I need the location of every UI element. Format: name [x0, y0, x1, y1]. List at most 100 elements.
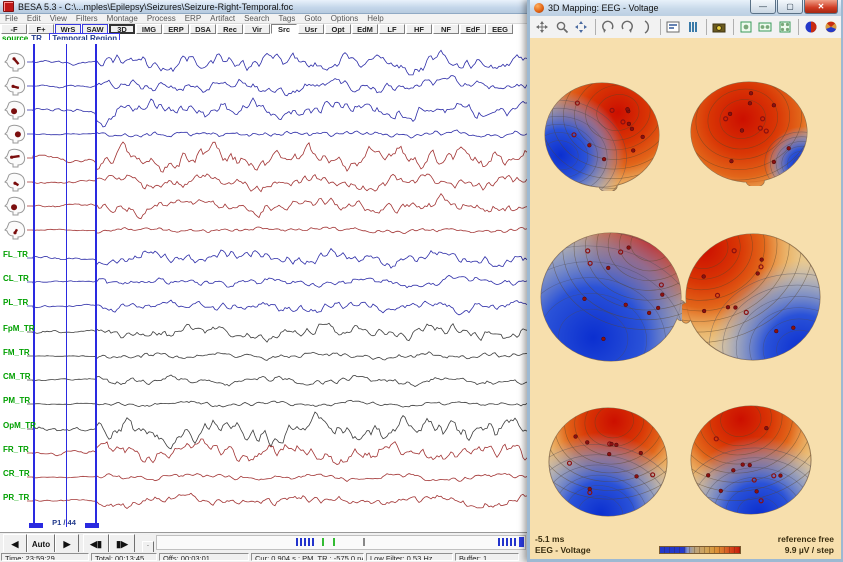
event-marker-blue	[514, 538, 516, 546]
scrollbar-thumb[interactable]	[519, 537, 524, 547]
menu-tags[interactable]: Tags	[278, 14, 295, 23]
sequence-icon[interactable]	[664, 18, 683, 37]
menu-process[interactable]: Process	[147, 14, 176, 23]
menu-bar: File Edit View Filters Montage Process ERP Arti…	[0, 14, 535, 24]
channel-label-PL_TR[interactable]: PL_TR	[3, 298, 28, 307]
event-marker-blue	[510, 538, 512, 546]
block-forward-button[interactable]: ▮▶	[109, 534, 135, 554]
channel-label-CL_TR[interactable]: CL_TR	[3, 274, 29, 283]
bars-icon[interactable]	[684, 18, 703, 37]
view-row-icon[interactable]	[756, 18, 775, 37]
channel-label-FpM_TR[interactable]: FpM_TR	[3, 324, 35, 333]
source-head-icon[interactable]	[3, 124, 27, 144]
source-head-icon[interactable]	[3, 76, 27, 96]
event-marker-blue	[300, 538, 302, 546]
rotate-ccw-icon[interactable]	[599, 18, 618, 37]
event-marker-blue	[308, 538, 310, 546]
voltage-head-top-front-right[interactable]	[687, 78, 811, 186]
time-cursor[interactable]	[66, 44, 67, 527]
voltage-head-top-front-left[interactable]	[541, 79, 663, 191]
toolbar-button-nf[interactable]: NF	[433, 24, 459, 34]
toolbar-button-eeg[interactable]: EEG	[487, 24, 513, 34]
source-head-icon[interactable]	[3, 52, 27, 72]
channel-label-FM_TR[interactable]: FM_TR	[3, 348, 30, 357]
toolbar-button-edm[interactable]: EdM	[352, 24, 378, 34]
page-back-button[interactable]: ◀	[3, 534, 27, 554]
channel-label-PM_TR[interactable]: PM_TR	[3, 396, 30, 405]
menu-filters[interactable]: Filters	[76, 14, 98, 23]
toolbar-button-lf[interactable]: LF	[379, 24, 405, 34]
rotate-cw-icon[interactable]	[618, 18, 637, 37]
page-forward-button[interactable]: ▶	[55, 534, 79, 554]
menu-erp[interactable]: ERP	[185, 14, 201, 23]
source-head-icon[interactable]	[3, 196, 27, 216]
menu-edit[interactable]: Edit	[27, 14, 41, 23]
transport-bar: ◀ Auto ▶ ◀▮ ▮▶ .	[0, 532, 535, 553]
channel-label-CM_TR[interactable]: CM_TR	[3, 372, 31, 381]
channel-label-FR_TR[interactable]: FR_TR	[3, 445, 29, 454]
page-label: P1 / 44	[52, 518, 76, 527]
source-head-icon[interactable]	[3, 172, 27, 192]
toolbar-button-erp[interactable]: ERP	[163, 24, 189, 34]
toolbar-button-src[interactable]: Src	[271, 24, 297, 34]
menu-options[interactable]: Options	[331, 14, 359, 23]
voltage-head-back-right[interactable]	[687, 402, 815, 518]
view-single-icon[interactable]	[736, 18, 755, 37]
view-grid-icon[interactable]	[776, 18, 795, 37]
event-marker-blue	[506, 538, 508, 546]
reference-label: reference free	[778, 534, 834, 544]
mapping-window-icon	[534, 3, 544, 13]
channel-label-OpM_TR[interactable]: OpM_TR	[3, 421, 36, 430]
menu-file[interactable]: File	[5, 14, 18, 23]
auto-scroll-button[interactable]: Auto	[27, 534, 55, 554]
move-icon[interactable]	[533, 18, 552, 37]
minimize-button[interactable]: —	[750, 0, 776, 14]
source-head-icon[interactable]	[3, 220, 27, 240]
status-field-1: Total: 00:13:45	[91, 553, 157, 561]
menu-montage[interactable]: Montage	[107, 14, 138, 23]
map-colored-a-icon[interactable]	[802, 18, 821, 37]
event-marker-green	[322, 538, 324, 546]
menu-search[interactable]: Search	[244, 14, 269, 23]
menu-artifact[interactable]: Artifact	[210, 14, 235, 23]
voltage-head-left-side[interactable]	[537, 229, 685, 365]
toolbar-button-img[interactable]: IMG	[136, 24, 162, 34]
toolbar-button-hf[interactable]: HF	[406, 24, 432, 34]
menu-help[interactable]: Help	[367, 14, 383, 23]
close-button[interactable]: ✕	[804, 0, 838, 14]
signal-label: EEG - Voltage	[535, 545, 591, 555]
toolbar-separator	[706, 19, 707, 35]
block-back-button[interactable]: ◀▮	[83, 534, 109, 554]
menu-goto[interactable]: Goto	[304, 14, 321, 23]
source-head-icon[interactable]	[3, 100, 27, 120]
toolbar-button-edf[interactable]: EdF	[460, 24, 486, 34]
pan-icon[interactable]	[572, 18, 591, 37]
channel-label-CR_TR[interactable]: CR_TR	[3, 469, 30, 478]
main-title-bar[interactable]: BESA 5.3 - C:\...mples\Epilepsy\Seizures…	[0, 0, 535, 14]
tilt-icon[interactable]	[638, 18, 657, 37]
eeg-trace-area[interactable]: FL_TR CL_TR PL_TR FpM_TR FM_TR CM_TR PM_TR OpM_…	[0, 40, 535, 532]
toolbar-button-dsa[interactable]: DSA	[190, 24, 216, 34]
interval-end-cursor[interactable]	[95, 44, 97, 527]
snapshot-icon[interactable]	[710, 18, 729, 37]
voltage-head-back-left[interactable]	[545, 404, 671, 520]
event-marker-blue	[498, 538, 500, 546]
channel-label-FL_TR[interactable]: FL_TR	[3, 250, 28, 259]
status-field-0: Time: 23:59:29	[1, 553, 89, 561]
maximize-button[interactable]: ▢	[777, 0, 803, 14]
map-colored-b-icon[interactable]	[822, 18, 841, 37]
toolbar-button-opt[interactable]: Opt	[325, 24, 351, 34]
voltage-head-right-side[interactable]	[682, 230, 824, 364]
toolbar-button-rec[interactable]: Rec	[217, 24, 243, 34]
toolbar-separator	[733, 19, 734, 35]
toolbar-button-vir[interactable]: Vir	[244, 24, 270, 34]
source-head-icon[interactable]	[3, 148, 27, 168]
interval-start-cursor[interactable]	[33, 44, 35, 527]
menu-view[interactable]: View	[50, 14, 67, 23]
besa-app-icon	[3, 1, 14, 12]
toolbar-button-usr[interactable]: Usr	[298, 24, 324, 34]
timeline-scrollbar[interactable]	[156, 535, 526, 550]
mapping-canvas[interactable]: -5.1 ms EEG - Voltage reference free 9.9…	[530, 38, 841, 559]
channel-label-PR_TR[interactable]: PR_TR	[3, 493, 29, 502]
zoom-icon[interactable]	[553, 18, 572, 37]
